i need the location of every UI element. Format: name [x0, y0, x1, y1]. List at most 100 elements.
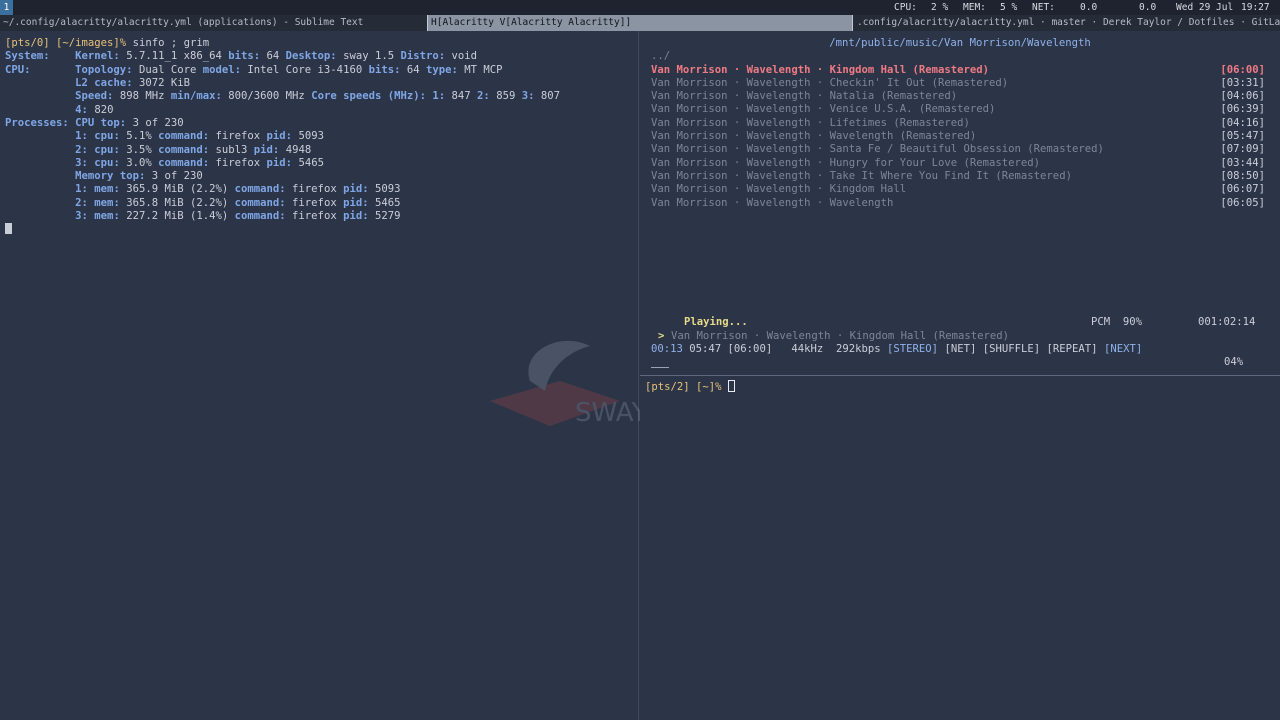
song-duration: [06:00]: [1220, 63, 1265, 76]
playlist-item[interactable]: Van Morrison · Wavelength · Hungry for Y…: [651, 157, 1265, 170]
playback-flag[interactable]: [STEREO]: [887, 343, 938, 355]
sinfo-value: firefox: [209, 130, 267, 143]
net-up: 0.0: [1139, 2, 1157, 13]
sinfo-value: sway 1.5: [336, 50, 401, 63]
sinfo-label: min/max:: [170, 90, 222, 103]
now-playing-title: Van Morrison · Wavelength · Kingdom Hall…: [671, 330, 1010, 342]
song-title: Van Morrison · Wavelength · Natalia (Rem…: [651, 90, 958, 103]
window-title-bar: ~/.config/alacritty/alacritty.yml (appli…: [0, 15, 1280, 31]
sinfo-label: 2: cpu:: [75, 143, 120, 156]
sinfo-value: [5, 210, 75, 222]
sinfo-label: 2: mem:: [75, 196, 120, 209]
sinfo-value: [5, 157, 75, 169]
shell-prompt: [pts/2] [~]%: [645, 381, 722, 393]
sinfo-label: System: Kernel:: [5, 50, 120, 63]
sinfo-line: L2 cache: 3072 KiB: [5, 77, 190, 90]
watermark-text: SWAY: [575, 398, 648, 428]
playlist-item[interactable]: Van Morrison · Wavelength · Take It Wher…: [651, 170, 1265, 183]
sinfo-line: 1: mem: 365.9 MiB (2.2%) command: firefo…: [5, 183, 400, 196]
playlist-item[interactable]: Van Morrison · Wavelength · Wavelength (…: [651, 130, 1265, 143]
sinfo-value: 807: [534, 90, 560, 103]
playlist-total-time: 001:02:14: [1198, 316, 1256, 328]
sinfo-label: 3: cpu:: [75, 156, 120, 169]
net-label: NET:: [1032, 2, 1055, 13]
sinfo-value: 5279: [368, 210, 401, 222]
song-title: Van Morrison · Wavelength · Kingdom Hall: [651, 183, 907, 196]
sinfo-value: 3 of 230: [145, 170, 203, 183]
terminal-cursor[interactable]: [727, 380, 735, 392]
sinfo-value: [5, 197, 75, 209]
song-duration: [04:06]: [1220, 90, 1265, 103]
sinfo-label: bits:: [368, 63, 401, 76]
song-title: Van Morrison · Wavelength · Hungry for Y…: [651, 156, 1041, 169]
terminal-left[interactable]: SWAY [pts/0] [~/images]% sinfo ; grim Sy…: [0, 31, 648, 720]
sinfo-value: 365.8 MiB (2.2%): [119, 196, 235, 209]
sinfo-value: 5093: [368, 183, 401, 196]
sinfo-label: Speed:: [75, 90, 114, 103]
sinfo-line: CPU: Topology: Dual Core model: Intel Co…: [5, 64, 503, 77]
sinfo-value: subl3: [209, 143, 254, 156]
sinfo-value: firefox: [285, 210, 344, 222]
terminal-right[interactable]: [pts/2] [~]%: [640, 376, 1280, 720]
playlist-item[interactable]: Van Morrison · Wavelength · Venice U.S.A…: [651, 103, 1265, 116]
command-line: [pts/2] [~]%: [645, 380, 735, 393]
sinfo-line: Speed: 898 MHz min/max: 800/3600 MHz Cor…: [5, 90, 560, 103]
sinfo-label: pid:: [343, 183, 369, 196]
parent-directory[interactable]: ../: [651, 50, 1265, 63]
playback-info: 00:13 05:47 [06:00] 44kHz 292kbps [STERE…: [651, 343, 1142, 356]
sinfo-label: 1: mem:: [75, 183, 120, 196]
playlist-item[interactable]: Van Morrison · Wavelength · Santa Fe / B…: [651, 143, 1265, 156]
playlist-item[interactable]: Van Morrison · Wavelength · Wavelength [0…: [651, 197, 1265, 210]
sinfo-value: [5, 183, 75, 195]
song-title: Van Morrison · Wavelength · Wavelength (…: [651, 130, 977, 142]
sinfo-label: Core speeds (MHz):: [311, 90, 426, 103]
music-player[interactable]: /mnt/public/music/Van Morrison/Wavelengt…: [640, 31, 1280, 376]
sinfo-value: [5, 170, 75, 182]
playback-flag[interactable]: [NET]: [944, 343, 976, 355]
playback-flag[interactable]: [NEXT]: [1104, 343, 1142, 355]
date: Wed 29 Jul: [1176, 2, 1234, 13]
current-directory: /mnt/public/music/Van Morrison/Wavelengt…: [829, 37, 1091, 49]
playlist-item[interactable]: Van Morrison · Wavelength · Checkin' It …: [651, 77, 1265, 90]
sinfo-value: [5, 77, 75, 89]
playlist-item[interactable]: Van Morrison · Wavelength · Kingdom Hall…: [651, 64, 1265, 77]
sinfo-value: [5, 130, 75, 142]
playlist-item[interactable]: Van Morrison · Wavelength · Kingdom Hall…: [651, 183, 1265, 196]
sinfo-label: pid:: [343, 210, 369, 222]
sinfo-value: Intel Core i3-4160: [241, 63, 369, 76]
song-duration: [06:07]: [1220, 183, 1265, 196]
sinfo-line: 2: mem: 365.8 MiB (2.2%) command: firefo…: [5, 197, 400, 210]
terminal-cursor[interactable]: [5, 223, 12, 234]
sinfo-value: firefox: [209, 156, 267, 169]
song-title: Van Morrison · Wavelength · Take It Wher…: [651, 169, 1072, 182]
command-line: [pts/0] [~/images]% sinfo ; grim: [5, 37, 209, 50]
tab-alacritty-container[interactable]: H[Alacritty V[Alacritty Alacritty]]: [427, 15, 853, 31]
cursor-line: [5, 223, 12, 236]
tab-gitlab-browser[interactable]: .config/alacritty/alacritty.yml · master…: [854, 15, 1280, 31]
song-duration: [04:16]: [1220, 116, 1265, 129]
sinfo-line: 1: cpu: 5.1% command: firefox pid: 5093: [5, 130, 324, 143]
sinfo-value: 5093: [292, 130, 324, 143]
song-title: Van Morrison · Wavelength · Venice U.S.A…: [651, 103, 996, 116]
elapsed-time: 00:13: [651, 343, 683, 355]
sinfo-line: 3: cpu: 3.0% command: firefox pid: 5465: [5, 157, 324, 170]
mixer-volume: PCM 90%: [1091, 316, 1143, 328]
tab-sublime-text[interactable]: ~/.config/alacritty/alacritty.yml (appli…: [0, 15, 427, 31]
playlist-item[interactable]: Van Morrison · Wavelength · Natalia (Rem…: [651, 90, 1265, 103]
progress-bar[interactable]: [651, 367, 669, 368]
sinfo-label: 3:: [521, 90, 535, 103]
sinfo-value: MT MCP: [457, 63, 503, 76]
sinfo-value: [5, 90, 75, 102]
cpu-value: 2 %: [931, 2, 949, 13]
sinfo-line: 2: cpu: 3.5% command: subl3 pid: 4948: [5, 144, 311, 157]
playback-flag[interactable]: [SHUFFLE]: [983, 343, 1040, 355]
sinfo-value: 3.5%: [119, 143, 159, 156]
playlist-item[interactable]: Van Morrison · Wavelength · Lifetimes (R…: [651, 117, 1265, 130]
audio-format: 44kHz 292kbps: [791, 343, 881, 355]
song-title: Van Morrison · Wavelength · Lifetimes (R…: [651, 116, 970, 129]
playback-flag[interactable]: [REPEAT]: [1047, 343, 1098, 355]
song-duration: [08:50]: [1220, 169, 1265, 182]
sinfo-label: Desktop:: [285, 50, 337, 63]
sinfo-label: pid:: [253, 143, 280, 156]
sinfo-value: 5.1%: [119, 130, 159, 143]
